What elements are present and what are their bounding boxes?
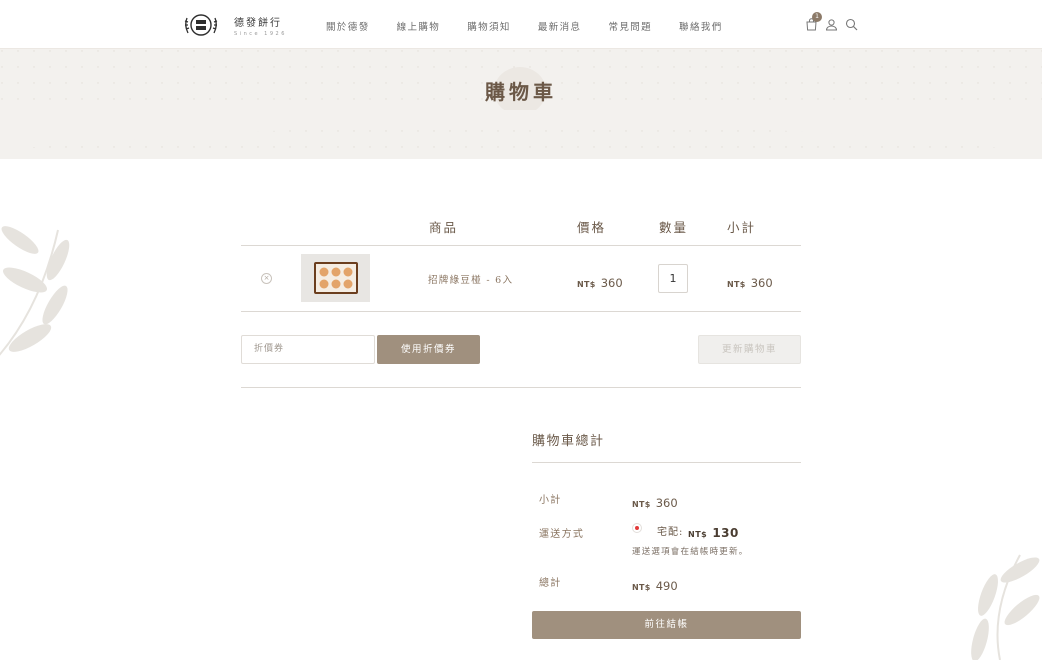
search-button[interactable] (842, 15, 860, 33)
column-header-quantity: 數量 (659, 220, 689, 235)
shipping-value: 130 (712, 526, 739, 540)
cart-totals-title: 購物車總計 (532, 434, 605, 449)
item-price: NT$ 360 (577, 272, 623, 291)
product-thumbnail[interactable] (301, 254, 370, 302)
brand-logo[interactable] (183, 10, 219, 40)
account-button[interactable] (822, 15, 840, 33)
totals-subtotal-label: 小計 (539, 495, 562, 506)
item-subtotal: NT$ 360 (727, 272, 773, 291)
shipping-note: 運送選項會在結帳時更新。 (632, 547, 749, 557)
section-divider (241, 387, 801, 388)
quantity-input[interactable]: 1 (658, 264, 688, 293)
user-icon (825, 18, 837, 30)
column-header-product: 商品 (429, 220, 459, 235)
cart-button[interactable]: 1 (802, 12, 822, 33)
totals-divider (532, 462, 801, 463)
update-cart-button[interactable]: 更新購物車 (698, 335, 801, 364)
subtotal-value: 360 (750, 276, 773, 290)
nav-contact[interactable]: 聯絡我們 (679, 19, 723, 33)
shipping-price: NT$ 130 (688, 522, 739, 541)
leaf-decoration-right (971, 554, 1040, 660)
nav-about[interactable]: 關於德發 (326, 19, 370, 33)
table-header-divider (241, 245, 801, 246)
coupon-input[interactable]: 折價券 (241, 335, 375, 364)
nav-shop[interactable]: 線上購物 (397, 19, 441, 33)
subtotal-currency: NT$ (727, 280, 746, 289)
product-name-link[interactable]: 招牌綠豆椪 - 6入 (428, 272, 513, 286)
price-currency: NT$ (577, 280, 596, 289)
search-icon (845, 18, 857, 30)
price-value: 360 (600, 276, 623, 290)
shipping-option-label: 宅配: (657, 527, 684, 538)
product-image (313, 262, 358, 294)
nav-faq[interactable]: 常見問題 (608, 19, 652, 33)
site-header: 德發餅行 Since 1926 關於德發 線上購物 購物須知 最新消息 常見問題… (0, 0, 1042, 49)
column-header-subtotal: 小計 (727, 220, 757, 235)
page-title: 購物車 (485, 80, 557, 104)
shipping-method-label: 運送方式 (539, 529, 585, 540)
apply-coupon-button[interactable]: 使用折價券 (377, 335, 480, 364)
brand-since: Since 1926 (234, 31, 287, 37)
totals-subtotal: NT$ 360 (632, 492, 678, 511)
row-divider (241, 311, 801, 312)
banner-wave (0, 110, 1042, 152)
totals-subtotal-value: 360 (655, 496, 678, 510)
nav-shopping-guide[interactable]: 購物須知 (467, 19, 511, 33)
cart-count-badge: 1 (812, 12, 822, 22)
leaf-decoration-left (0, 226, 70, 356)
brand[interactable]: 德發餅行 Since 1926 (234, 14, 287, 37)
shipping-currency: NT$ (688, 530, 708, 539)
brand-name: 德發餅行 (234, 18, 282, 29)
column-header-price: 價格 (577, 220, 607, 235)
remove-item-button[interactable]: × (261, 273, 272, 284)
total-value: 490 (655, 579, 678, 593)
order-total: NT$ 490 (632, 575, 678, 594)
nav-news[interactable]: 最新消息 (538, 19, 582, 33)
proceed-to-checkout-button[interactable]: 前往結帳 (532, 611, 801, 639)
total-currency: NT$ (632, 583, 651, 592)
header-icons: 1 (802, 12, 862, 33)
totals-subtotal-currency: NT$ (632, 500, 651, 509)
shipping-radio-home-delivery[interactable] (632, 523, 642, 533)
total-label: 總計 (539, 578, 562, 589)
main-nav: 關於德發 線上購物 購物須知 最新消息 常見問題 聯絡我們 (326, 19, 750, 33)
